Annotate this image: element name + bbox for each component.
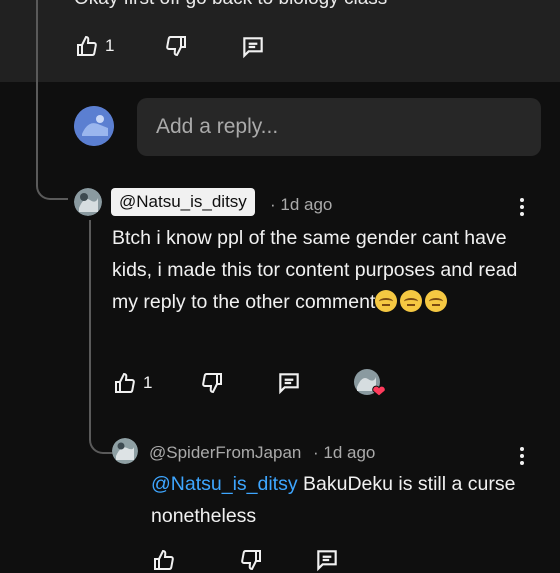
reply-like-button[interactable] bbox=[151, 548, 177, 572]
comment-like-count: 1 bbox=[143, 373, 153, 392]
comment-text: Btch i know ppl of the same gender cant … bbox=[112, 227, 518, 313]
kebab-menu-icon bbox=[520, 198, 524, 202]
previous-reply-button[interactable] bbox=[240, 34, 266, 60]
thumb-down-icon bbox=[202, 373, 222, 394]
comment-dislike-button[interactable] bbox=[199, 371, 225, 395]
thumb-down-icon bbox=[241, 550, 261, 571]
reply-reply-button[interactable] bbox=[314, 547, 340, 573]
comment-timestamp: · 1d ago bbox=[270, 195, 333, 214]
reply-comment-icon bbox=[317, 550, 337, 572]
reply-timestamp: · 1d ago bbox=[313, 443, 376, 462]
creator-heart-badge bbox=[354, 369, 386, 397]
previous-comment-text: Okay first off go back to biology class bbox=[74, 0, 387, 10]
reply-comment-icon bbox=[243, 37, 263, 59]
add-reply-placeholder: Add a reply... bbox=[156, 115, 279, 138]
comment-body: Btch i know ppl of the same gender cant … bbox=[112, 222, 522, 318]
previous-comment-panel: Okay first off go back to biology class … bbox=[0, 0, 560, 82]
previous-like-count: 1 bbox=[105, 36, 115, 55]
replier-avatar[interactable] bbox=[112, 438, 138, 464]
thumb-down-icon bbox=[166, 36, 186, 57]
replier-name[interactable]: @SpiderFromJapan bbox=[149, 443, 301, 463]
thumb-up-icon bbox=[154, 549, 174, 570]
reply-body: @Natsu_is_ditsy BakuDeku is still a curs… bbox=[151, 468, 531, 532]
thread-line bbox=[36, 0, 38, 176]
commenter-avatar[interactable] bbox=[74, 188, 102, 216]
thumb-up-icon bbox=[77, 35, 97, 56]
add-reply-input[interactable]: Add a reply... bbox=[137, 98, 541, 156]
reply-dislike-button[interactable] bbox=[238, 548, 264, 572]
current-user-avatar bbox=[74, 106, 114, 146]
previous-like-button[interactable]: 1 bbox=[74, 34, 114, 58]
commenter-name-chip[interactable]: @Natsu_is_ditsy bbox=[111, 188, 255, 216]
reply-menu-button[interactable] bbox=[520, 447, 526, 468]
thread-connector bbox=[36, 176, 68, 200]
previous-dislike-button[interactable] bbox=[163, 34, 189, 58]
kebab-menu-icon bbox=[520, 447, 524, 451]
reply-thread-line bbox=[89, 220, 91, 420]
rolling-eyes-emoji bbox=[400, 290, 423, 312]
rolling-eyes-emoji bbox=[375, 290, 398, 312]
rolling-eyes-emoji bbox=[425, 290, 448, 312]
comment-reply-button[interactable] bbox=[276, 370, 302, 396]
reply-mention[interactable]: @Natsu_is_ditsy bbox=[151, 473, 298, 495]
comment-like-button[interactable]: 1 bbox=[112, 371, 152, 395]
thumb-up-icon bbox=[115, 372, 135, 393]
reply-comment-icon bbox=[279, 373, 299, 395]
comment-menu-button[interactable] bbox=[520, 198, 526, 219]
